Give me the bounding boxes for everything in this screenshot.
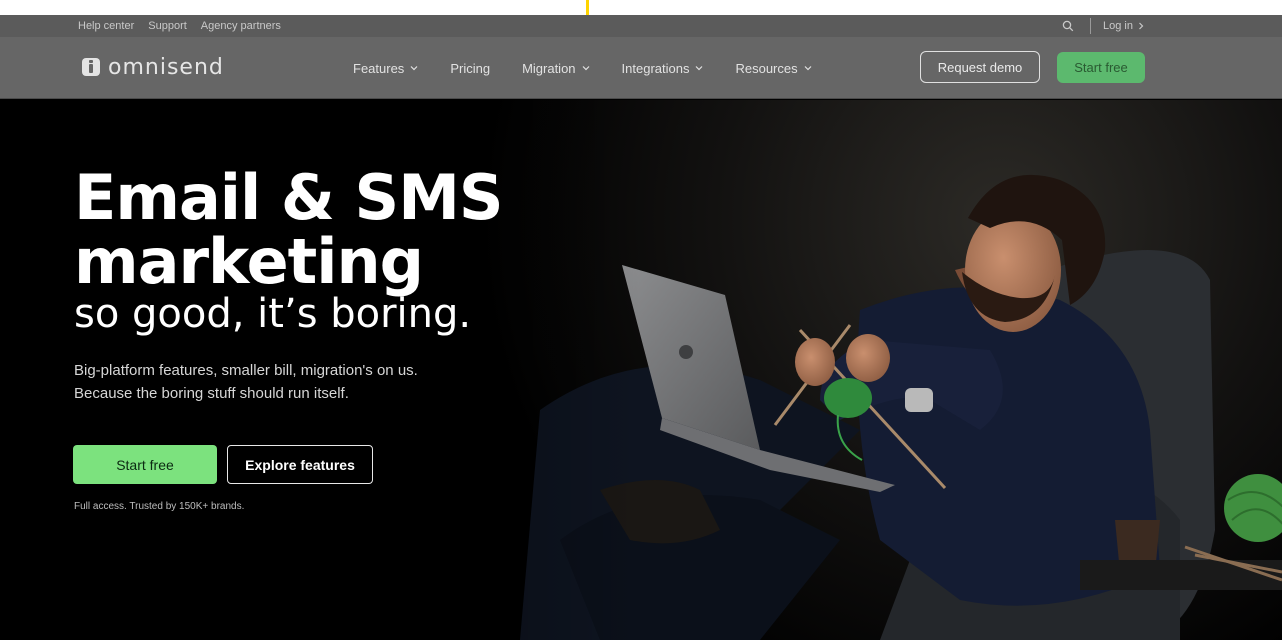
nav-item-features[interactable]: Features — [353, 61, 418, 76]
hero-description-line1: Big-platform features, smaller bill, mig… — [74, 362, 418, 379]
agency-partners-link[interactable]: Agency partners — [201, 20, 281, 32]
page: Help center Support Agency partners Log … — [0, 0, 1282, 640]
hero-headline-line1: Email & SMS — [74, 161, 504, 234]
logo-mark-icon — [82, 58, 100, 76]
nav-item-label: Integrations — [621, 60, 690, 76]
omnisend-logo[interactable]: omnisend — [82, 54, 224, 80]
nav-items: Features Pricing Migration Integrations … — [353, 37, 844, 99]
search-icon[interactable] — [1062, 20, 1074, 32]
login-label: Log in — [1103, 20, 1133, 32]
chevron-down-icon — [410, 66, 418, 71]
nav-item-pricing[interactable]: Pricing — [450, 61, 490, 76]
nav-item-resources[interactable]: Resources — [735, 60, 812, 76]
utility-bar: Help center Support Agency partners Log … — [0, 15, 1282, 37]
chevron-down-icon — [804, 66, 812, 71]
nav-item-label: Features — [353, 60, 405, 76]
nav-item-integrations[interactable]: Integrations — [622, 61, 704, 76]
nav-item-label: Migration — [522, 60, 576, 76]
request-demo-button[interactable]: Request demo — [920, 51, 1040, 83]
utility-links: Help center Support Agency partners — [78, 15, 281, 37]
nav-item-migration[interactable]: Migration — [522, 61, 589, 76]
hero-description: Big-platform features, smaller bill, mig… — [74, 359, 494, 405]
hero-headline-line2: marketing — [74, 225, 424, 298]
trust-note: Full access. Trusted by 150K+ brands. — [74, 501, 245, 512]
cursor-marker — [586, 0, 589, 15]
start-free-hero-button[interactable]: Start free — [73, 445, 217, 484]
logo-text: omnisend — [108, 54, 224, 80]
help-center-link[interactable]: Help center — [78, 20, 134, 32]
explore-features-button[interactable]: Explore features — [227, 445, 373, 484]
top-strip — [0, 0, 1282, 15]
hero-description-line2: Because the boring stuff should run itse… — [74, 385, 349, 402]
nav-item-label: Resources — [735, 60, 798, 76]
support-link[interactable]: Support — [148, 20, 187, 32]
nav-item-label: Pricing — [450, 60, 491, 76]
chevron-down-icon — [582, 66, 589, 71]
utility-right: Log in — [1062, 15, 1144, 37]
hero-section: Email & SMS marketing so good, it’s bori… — [0, 100, 1282, 640]
start-free-nav-button[interactable]: Start free — [1057, 52, 1145, 83]
chevron-right-icon — [1139, 22, 1144, 30]
main-nav: omnisend Features Pricing Migration Inte… — [0, 37, 1282, 99]
chevron-down-icon — [696, 66, 703, 71]
hero-subheadline: so good, it’s boring. — [74, 291, 472, 337]
login-link[interactable]: Log in — [1103, 20, 1144, 32]
utility-separator — [1090, 18, 1092, 34]
